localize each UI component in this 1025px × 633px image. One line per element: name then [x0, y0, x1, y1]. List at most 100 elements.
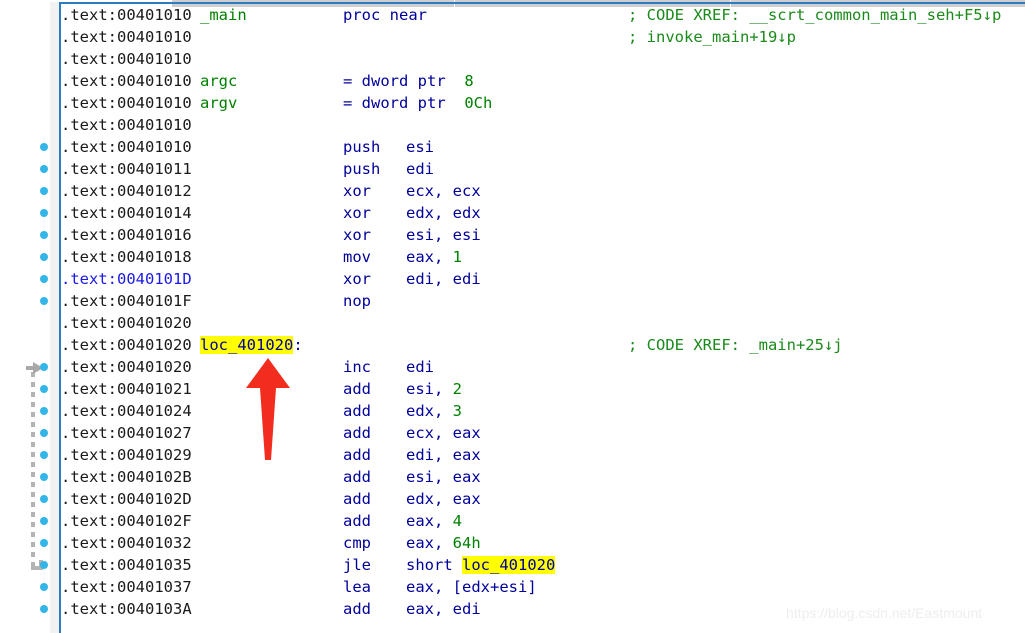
- line-operands: eax, 64h: [406, 532, 606, 554]
- disassembly-line[interactable]: .text:00401010: [61, 48, 1025, 70]
- instruction-dot-icon[interactable]: [40, 143, 48, 151]
- operand-text: eax, [edx+esi]: [406, 578, 537, 596]
- disassembly-line[interactable]: .text:00401035 jle short loc_401020: [61, 554, 1025, 576]
- operand-text: esi, esi: [406, 226, 481, 244]
- line-mnemonic: push: [343, 160, 381, 178]
- line-operands: short loc_401020: [406, 554, 606, 576]
- watermark: https://blog.csdn.net/Eastmount: [786, 605, 983, 621]
- disassembly-line[interactable]: .text:0040102F add eax, 4: [61, 510, 1025, 532]
- line-mnemonic: cmp: [343, 534, 371, 552]
- line-operands: edx, eax: [406, 488, 606, 510]
- line-address: .text:00401024: [61, 402, 201, 420]
- disassembly-listing[interactable]: .text:00401010 _main proc near ; CODE XRE…: [61, 4, 1025, 633]
- instruction-dot-icon[interactable]: [40, 561, 48, 569]
- instruction-dot-icon[interactable]: [40, 407, 48, 415]
- disassembly-line[interactable]: .text:00401012 xor ecx, ecx: [61, 180, 1025, 202]
- operand-text: edx,: [406, 402, 453, 420]
- disassembly-line[interactable]: .text:00401024 add edx, 3: [61, 400, 1025, 422]
- operand-text: esi: [406, 138, 434, 156]
- instruction-dot-icon[interactable]: [40, 451, 48, 459]
- disassembly-line[interactable]: .text:0040102D add edx, eax: [61, 488, 1025, 510]
- line-address: .text:00401027: [61, 424, 201, 442]
- disassembly-line[interactable]: .text:00401010 argv = dword ptr 0Ch: [61, 92, 1025, 114]
- disassembly-line[interactable]: .text:0040101D xor edi, edi: [61, 268, 1025, 290]
- line-operands: ecx, ecx: [406, 180, 606, 202]
- instruction-dot-icon[interactable]: [40, 209, 48, 217]
- disassembly-line[interactable]: .text:00401010 argc = dword ptr 8: [61, 70, 1025, 92]
- disassembly-line[interactable]: .text:00401010 ; invoke_main+19↓p: [61, 26, 1025, 48]
- line-label-column: loc_401020:: [200, 334, 343, 356]
- disassembly-line[interactable]: .text:00401010 _main proc near ; CODE XRE…: [61, 4, 1025, 26]
- line-address: .text:0040101F: [61, 292, 201, 310]
- operand-text: edx, edx: [406, 204, 481, 222]
- line-address: .text:00401035: [61, 556, 201, 574]
- operand-code-reference: loc_401020: [462, 556, 556, 574]
- disassembly-line[interactable]: .text:00401018 mov eax, 1: [61, 246, 1025, 268]
- disassembly-line[interactable]: .text:00401021 add esi, 2: [61, 378, 1025, 400]
- jump-arrow-line: [31, 372, 35, 570]
- line-address: .text:00401010: [61, 50, 201, 68]
- operand-text: eax,: [406, 248, 453, 266]
- code-label-suffix: :: [293, 336, 303, 354]
- line-operands: eax, 1: [406, 246, 606, 268]
- disassembly-line[interactable]: .text:00401032 cmp eax, 64h: [61, 532, 1025, 554]
- line-mnemonic: add: [343, 600, 371, 618]
- line-address: .text:00401010: [61, 94, 201, 112]
- line-address: .text:00401011: [61, 160, 201, 178]
- disassembly-line[interactable]: .text:00401010 push esi: [61, 136, 1025, 158]
- disassembly-line[interactable]: .text:00401010: [61, 114, 1025, 136]
- line-address: .text:00401037: [61, 578, 201, 596]
- operand-number: 1: [452, 248, 463, 266]
- line-mnemonic: add: [343, 402, 371, 420]
- disassembly-line[interactable]: .text:00401020: [61, 312, 1025, 334]
- instruction-dot-icon[interactable]: [40, 165, 48, 173]
- operand-text: eax,: [406, 534, 453, 552]
- line-mnemonic: jle: [343, 556, 371, 574]
- instruction-dot-icon[interactable]: [40, 473, 48, 481]
- instruction-dot-icon[interactable]: [40, 517, 48, 525]
- operand-text: eax, edi: [406, 600, 481, 618]
- disassembly-line[interactable]: .text:00401029 add edi, eax: [61, 444, 1025, 466]
- line-operands: edi, eax: [406, 444, 606, 466]
- instruction-dot-icon[interactable]: [40, 605, 48, 613]
- operand-number: 64h: [452, 534, 481, 552]
- line-keyword: = dword ptr: [343, 94, 465, 112]
- instruction-dot-icon[interactable]: [40, 297, 48, 305]
- line-mnemonic: mov: [343, 248, 371, 266]
- line-comment: ; invoke_main+19↓p: [628, 28, 796, 46]
- instruction-dot-icon[interactable]: [40, 583, 48, 591]
- instruction-dot-icon[interactable]: [40, 495, 48, 503]
- instruction-dot-icon[interactable]: [40, 539, 48, 547]
- instruction-dot-icon[interactable]: [40, 363, 48, 371]
- operand-number: 4: [452, 512, 463, 530]
- disassembly-line[interactable]: .text:00401016 xor esi, esi: [61, 224, 1025, 246]
- disassembly-line[interactable]: .text:00401014 xor edx, edx: [61, 202, 1025, 224]
- instruction-dot-icon[interactable]: [40, 253, 48, 261]
- instruction-dot-icon[interactable]: [40, 231, 48, 239]
- gutter-strip: [50, 2, 59, 633]
- disassembly-line[interactable]: .text:0040102B add esi, eax: [61, 466, 1025, 488]
- line-address: .text:0040103A: [61, 600, 201, 618]
- disassembly-line[interactable]: .text:00401011 push edi: [61, 158, 1025, 180]
- instruction-dot-icon[interactable]: [40, 275, 48, 283]
- disassembly-line[interactable]: .text:00401037 lea eax, [edx+esi]: [61, 576, 1025, 598]
- line-label-column: argc: [200, 70, 343, 92]
- line-address: .text:00401012: [61, 182, 201, 200]
- line-mnemonic: add: [343, 380, 371, 398]
- instruction-dot-icon[interactable]: [40, 385, 48, 393]
- line-address: .text:00401010: [61, 6, 201, 24]
- line-mnemonic: xor: [343, 182, 371, 200]
- instruction-dot-icon[interactable]: [40, 187, 48, 195]
- line-operands: esi, 2: [406, 378, 606, 400]
- disassembly-line[interactable]: .text:0040101F nop: [61, 290, 1025, 312]
- line-keyword: proc near: [343, 6, 446, 24]
- disassembly-line[interactable]: .text:00401027 add ecx, eax: [61, 422, 1025, 444]
- line-operands: esi, eax: [406, 466, 606, 488]
- line-operands: eax, [edx+esi]: [406, 576, 606, 598]
- operand-text: eax,: [406, 512, 453, 530]
- line-operands: ecx, eax: [406, 422, 606, 444]
- disassembly-line[interactable]: .text:00401020 loc_401020: ; CODE XREF: _…: [61, 334, 1025, 356]
- line-address: .text:00401020: [61, 336, 201, 354]
- instruction-dot-icon[interactable]: [40, 429, 48, 437]
- disassembly-line[interactable]: .text:00401020 inc edi: [61, 356, 1025, 378]
